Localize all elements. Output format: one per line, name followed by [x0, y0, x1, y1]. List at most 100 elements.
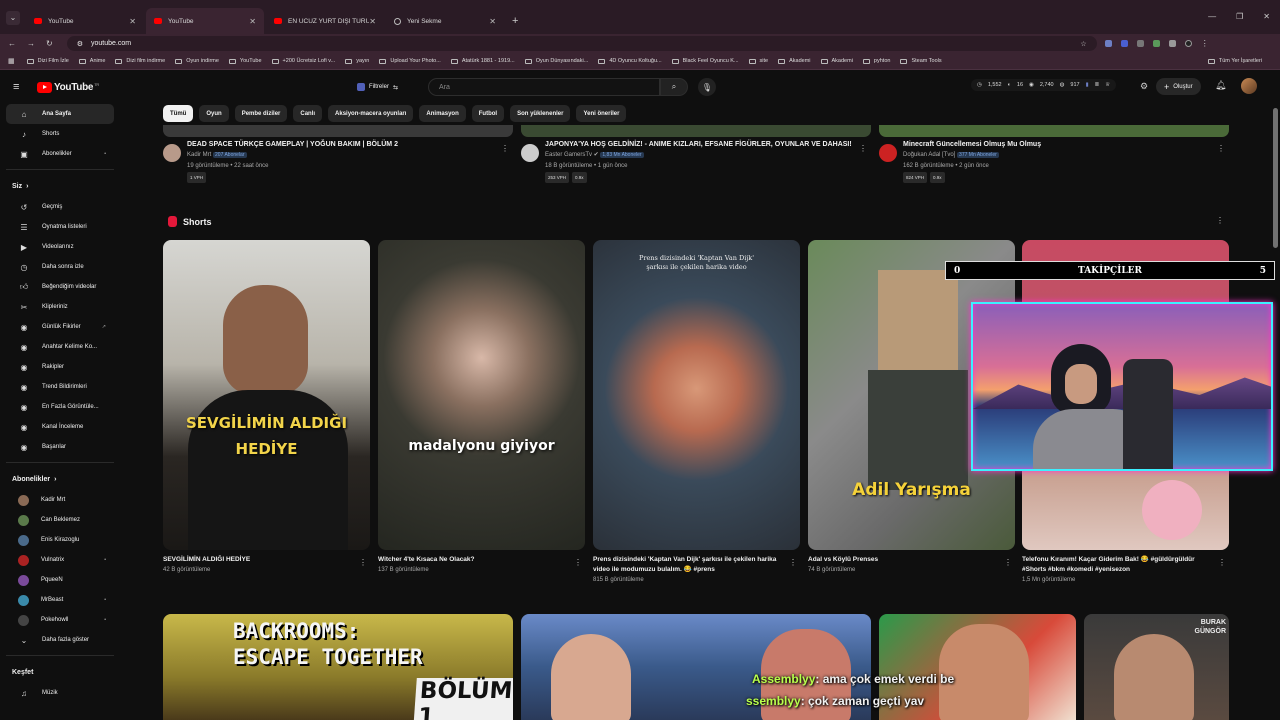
sidebar-subscription[interactable]: PqueeN	[6, 570, 114, 590]
chart-icon[interactable]: ▮	[1086, 82, 1089, 88]
bookmark-item[interactable]: Akademi	[820, 58, 853, 64]
browser-tab[interactable]: YouTube ✕	[26, 8, 144, 34]
short-thumbnail[interactable]: SEVGİLİMİN ALDIĞI HEDİYE	[163, 240, 370, 550]
sidebar-item[interactable]: ◷ Daha sonra izle	[6, 257, 114, 277]
bookmark-item[interactable]: Dizi film indirme	[115, 58, 165, 64]
sidebar-item[interactable]: ◉ Kanal İnceleme	[6, 417, 114, 437]
browser-tab[interactable]: Yeni Sekme ✕	[386, 8, 504, 34]
channel-avatar[interactable]	[163, 144, 181, 162]
more-options-icon[interactable]: ⋮	[1216, 216, 1224, 225]
bookmark-item[interactable]: +200 Ücretsiz Lofi v...	[271, 58, 335, 64]
apps-icon[interactable]: ▦	[8, 57, 15, 65]
more-options-icon[interactable]: ⋮	[501, 144, 509, 153]
search-button[interactable]: ⌕	[659, 78, 688, 96]
short-title[interactable]: Adal vs Köylü Prenses	[808, 555, 998, 565]
bookmark-item[interactable]: pyhton	[862, 58, 890, 64]
sidebar-item[interactable]: ✂ Klipleriniz	[6, 297, 114, 317]
bookmark-item[interactable]: Black Feel Oyuncu K...	[671, 58, 739, 64]
video-title[interactable]: JAPONYA'YA HOŞ GELDİNİZ! - ANIME KIZLARI…	[545, 140, 871, 150]
profile-icon[interactable]	[1184, 40, 1192, 47]
filter-chip[interactable]: Yeni öneriler	[576, 105, 627, 122]
tab-search-button[interactable]: ⌄	[6, 11, 20, 25]
sidebar-item[interactable]: ◉ Rakipler	[6, 357, 114, 377]
bookmark-item[interactable]: YouTube	[228, 58, 262, 64]
more-options-icon[interactable]: ⋮	[574, 558, 582, 567]
notifications-bell-icon[interactable]: 🔔︎	[1215, 80, 1226, 91]
show-more-button[interactable]: ⌄ Daha fazla göster	[6, 630, 114, 650]
channel-name[interactable]: Doğukan Adal [Tvo]	[903, 152, 955, 158]
short-info[interactable]: Witcher 4'te Kısaca Ne Olacak? 137 B görü…	[378, 555, 568, 576]
channel-avatar[interactable]	[879, 144, 897, 162]
reload-icon[interactable]: ↻	[46, 39, 53, 48]
sidebar-item[interactable]: ◉ En Fazla Görüntüle...	[6, 397, 114, 417]
sidebar-item[interactable]: ♫ Müzik	[6, 683, 114, 703]
short-title[interactable]: Prens dizisindeki 'Kaptan Van Dijk' şark…	[593, 555, 783, 575]
sidebar-subscription[interactable]: Vulnatrix •	[6, 550, 114, 570]
short-title[interactable]: Witcher 4'te Kısaca Ne Olacak?	[378, 555, 568, 565]
filter-chip[interactable]: Tümü	[163, 105, 194, 122]
extension-icon[interactable]	[1136, 40, 1144, 47]
browser-tab-active[interactable]: YouTube ✕	[146, 8, 264, 34]
maximize-icon[interactable]: ❐	[1236, 12, 1243, 21]
sidebar-item[interactable]: ♪ Shorts	[6, 124, 114, 144]
sidebar-subscription[interactable]: Pokehowll •	[6, 610, 114, 630]
short-title[interactable]: Telefonu Kıranım! Kaçar Giderim Bak! 😂 #…	[1022, 555, 1212, 575]
filter-chip[interactable]: Animasyon	[419, 105, 466, 122]
filter-chip[interactable]: Son yüklenenler	[510, 105, 571, 122]
filter-chip[interactable]: Pembe diziler	[234, 105, 288, 122]
bookmark-item[interactable]: 4D Oyuncu Koltuğu...	[598, 58, 662, 64]
more-options-icon[interactable]: ⋮	[859, 144, 867, 153]
sidebar-item[interactable]: ▣ Abonelikler •	[6, 144, 114, 164]
bookmark-item[interactable]: Akademi	[778, 58, 811, 64]
filter-chip[interactable]: Aksiyon-macera oyunları	[328, 105, 414, 122]
close-icon[interactable]: ✕	[129, 17, 136, 26]
filter-chip[interactable]: Oyun	[199, 105, 229, 122]
more-options-icon[interactable]: ⋮	[1218, 558, 1226, 567]
more-options-icon[interactable]: ⋮	[789, 558, 797, 567]
bookmark-item[interactable]: Steam Tools	[900, 58, 942, 64]
sidebar-subscription[interactable]: Kadir Mrt	[6, 490, 114, 510]
extension-icon[interactable]	[1120, 40, 1128, 47]
filters-button[interactable]: Filtreler ⇆	[356, 83, 398, 91]
video-title[interactable]: DEAD SPACE TÜRKÇE GAMEPLAY | YOĞUN BAKIM…	[187, 140, 513, 150]
sidebar-section-subscriptions[interactable]: Abonelikler ›	[0, 468, 120, 490]
video-thumbnail[interactable]	[879, 125, 1229, 137]
more-options-icon[interactable]: ⋮	[359, 558, 367, 567]
bookmark-item[interactable]: Atatürk 1881 - 1919...	[450, 58, 515, 64]
video-card[interactable]: JAPONYA'YA HOŞ GELDİNİZ! - ANIME KIZLARI…	[521, 140, 871, 184]
video-thumbnail[interactable]	[163, 125, 513, 137]
bookmark-item[interactable]: Oyun Dünyasındaki...	[524, 58, 588, 64]
video-title[interactable]: Minecraft Güncellemesi Olmuş Mu Olmuş	[903, 140, 1229, 150]
youtube-logo[interactable]: YouTube TR	[37, 81, 99, 93]
video-thumbnail[interactable]: BACKROOMS: ESCAPE TOGETHER BÖLÜM 1	[163, 614, 513, 720]
video-thumbnail[interactable]	[521, 125, 871, 137]
sidebar-item[interactable]: ◉ Anahtar Kelime Ko...	[6, 337, 114, 357]
channel-avatar[interactable]	[521, 144, 539, 162]
new-tab-button[interactable]: +	[512, 15, 518, 27]
more-options-icon[interactable]: ⋮	[1004, 558, 1012, 567]
extension-icon[interactable]	[1152, 40, 1160, 47]
bookmark-item[interactable]: Dizi Film İzle	[26, 58, 69, 64]
minimize-icon[interactable]: —	[1208, 12, 1216, 21]
bookmark-item[interactable]: Upload Your Photo...	[379, 58, 441, 64]
browser-tab[interactable]: EN UCUZ YURT DIŞI TURU! - Yo✕	[266, 8, 384, 34]
video-card[interactable]: Minecraft Güncellemesi Olmuş Mu Olmuş Doğ…	[879, 140, 1229, 184]
browser-menu-icon[interactable]: ⋮	[1201, 40, 1209, 48]
site-info-icon[interactable]: ⚙	[77, 40, 83, 48]
create-button[interactable]: + Oluştur	[1156, 78, 1201, 95]
filter-chip[interactable]: Futbol	[471, 105, 505, 122]
channel-name[interactable]: Kadir Mrt	[187, 152, 211, 158]
short-info[interactable]: Adal vs Köylü Prenses 74 B görüntüleme	[808, 555, 998, 576]
filter-chip[interactable]: Canlı	[293, 105, 323, 122]
short-info[interactable]: SEVGİLİMİN ALDIĞI HEDİYE 42 B görüntüleme	[163, 555, 353, 576]
trophy-icon[interactable]: ♕	[1105, 82, 1110, 88]
close-icon[interactable]: ✕	[369, 17, 376, 26]
close-icon[interactable]: ✕	[489, 17, 496, 26]
user-avatar[interactable]	[1241, 78, 1257, 94]
bookmark-item[interactable]: Anime	[78, 58, 105, 64]
sidebar-item[interactable]: 👍︎ Beğendiğim videolar	[6, 277, 114, 297]
video-card[interactable]: DEAD SPACE TÜRKÇE GAMEPLAY | YOĞUN BAKIM…	[163, 140, 513, 184]
sidebar-subscription[interactable]: MrBeast •	[6, 590, 114, 610]
sidebar-item[interactable]: ◉ Günlük Fikirler ↗	[6, 317, 114, 337]
extension-icon[interactable]	[1104, 40, 1112, 47]
